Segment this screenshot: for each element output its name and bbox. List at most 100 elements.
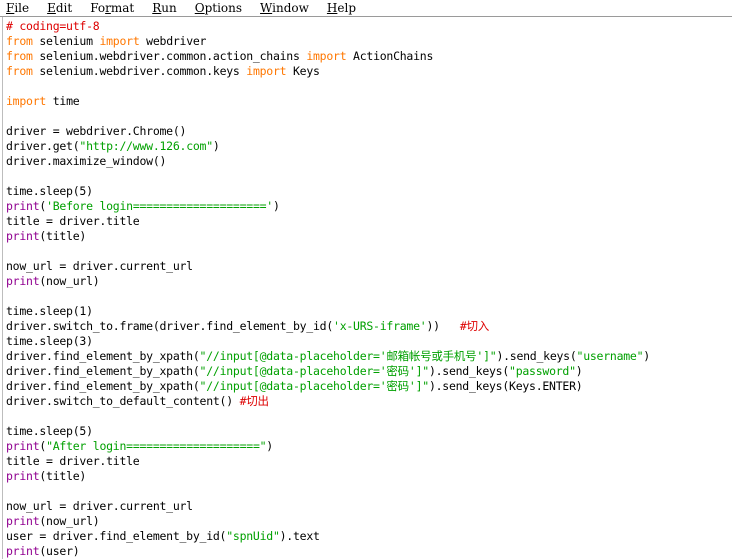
code-token-pln: time.sleep(5): [6, 184, 93, 198]
code-token-pln: (title): [39, 229, 87, 243]
code-token-str: 'Before login====================': [46, 199, 273, 213]
code-line: time.sleep(5): [6, 184, 732, 199]
code-token-pln: ).text: [279, 529, 320, 543]
code-token-pln: driver.find_element_by_xpath(: [6, 349, 200, 363]
code-token-str: "//input[@data-placeholder='密码']": [199, 364, 430, 378]
code-token-bi: print: [6, 544, 40, 558]
code-line: title = driver.title: [6, 454, 732, 469]
code-token-bi: print: [6, 514, 40, 528]
code-line: driver.find_element_by_xpath("//input[@d…: [6, 379, 732, 394]
code-token-pln: now_url = driver.current_url: [6, 499, 193, 513]
code-token-pln: driver = webdriver.Chrome(): [6, 124, 187, 138]
code-token-pln: (title): [39, 469, 87, 483]
code-token-pln: (now_url): [39, 514, 100, 528]
code-token-bi: print: [6, 229, 40, 243]
menu-item-options[interactable]: Options: [195, 1, 251, 15]
menu-mnemonic: W: [260, 1, 273, 15]
code-line: driver.get("http://www.126.com"): [6, 139, 732, 154]
code-token-pln: time.sleep(3): [6, 334, 93, 348]
editor-left-margin-line: [2, 17, 3, 559]
menu-mnemonic: H: [326, 1, 338, 15]
code-line: now_url = driver.current_url: [6, 259, 732, 274]
code-line: driver.switch_to_default_content() #切出: [6, 394, 732, 409]
code-token-kw: from: [6, 34, 33, 48]
code-token-str: "password": [509, 364, 576, 378]
code-line: print(now_url): [6, 274, 732, 289]
menu-item-help[interactable]: Help: [327, 1, 365, 15]
code-token-str: "//input[@data-placeholder='邮箱帐号或手机号']": [199, 349, 497, 363]
code-token-bi: print: [6, 439, 40, 453]
code-token-pln: time: [46, 94, 80, 108]
code-token-kw: import: [99, 34, 140, 48]
source-code-text[interactable]: # coding=utf-8 from selenium import webdr…: [6, 19, 732, 559]
code-line: from selenium import webdriver: [6, 34, 732, 49]
code-token-pln: ).send_keys(: [496, 349, 577, 363]
code-token-kw: import: [246, 64, 287, 78]
code-line: print('Before login===================='…: [6, 199, 732, 214]
code-token-pln: ActionChains: [346, 49, 434, 63]
code-token-str: "username": [576, 349, 644, 363]
code-token-pln: ): [575, 364, 583, 378]
code-token-str: "//input[@data-placeholder='密码']": [199, 379, 430, 393]
menu-item-window[interactable]: Window: [260, 1, 318, 15]
code-line: print("After login===================="): [6, 439, 732, 454]
menu-item-edit[interactable]: Edit: [47, 1, 81, 15]
menu-item-file[interactable]: File: [6, 1, 38, 15]
code-token-pln: selenium.webdriver.common.keys: [32, 64, 247, 78]
code-line: driver.maximize_window(): [6, 154, 732, 169]
code-token-pln: ): [212, 139, 220, 153]
code-editor-area[interactable]: # coding=utf-8 from selenium import webdr…: [0, 17, 732, 559]
code-token-pln: driver.get(: [6, 139, 80, 153]
code-token-pln: (now_url): [39, 274, 100, 288]
code-token-kw: from: [6, 49, 33, 63]
code-line: driver.switch_to.frame(driver.find_eleme…: [6, 319, 732, 334]
code-token-pln: driver.switch_to_default_content(): [6, 394, 240, 408]
code-token-bi: print: [6, 199, 40, 213]
menu-item-format[interactable]: Format: [90, 1, 143, 15]
code-line: time.sleep(5): [6, 424, 732, 439]
code-token-cmt: #切入: [459, 319, 490, 333]
code-token-pln: ): [272, 199, 280, 213]
code-line: print(title): [6, 469, 732, 484]
code-token-pln: webdriver: [139, 34, 207, 48]
code-line: from selenium.webdriver.common.action_ch…: [6, 49, 732, 64]
code-token-pln: now_url = driver.current_url: [6, 259, 193, 273]
code-token-pln: time.sleep(5): [6, 424, 93, 438]
code-token-pln: driver.find_element_by_xpath(: [6, 364, 200, 378]
code-token-kw: import: [306, 49, 347, 63]
code-token-pln: selenium: [32, 34, 100, 48]
code-line: time.sleep(3): [6, 334, 732, 349]
code-token-str: "http://www.126.com": [79, 139, 213, 153]
code-line: driver = webdriver.Chrome(): [6, 124, 732, 139]
code-token-str: "spnUid": [226, 529, 280, 543]
menu-item-run[interactable]: Run: [152, 1, 186, 15]
code-token-pln: ).send_keys(: [428, 364, 510, 378]
code-token-pln: driver.find_element_by_xpath(: [6, 379, 200, 393]
code-token-pln: ): [643, 349, 650, 363]
code-token-bi: print: [6, 274, 40, 288]
code-line: print(now_url): [6, 514, 732, 529]
code-line: print(user): [6, 544, 732, 559]
code-line: from selenium.webdriver.common.keys impo…: [6, 64, 732, 79]
code-token-pln: selenium.webdriver.common.action_chains: [32, 49, 307, 63]
code-line: time.sleep(1): [6, 304, 732, 319]
code-line: print(title): [6, 229, 732, 244]
code-token-pln: Keys: [286, 64, 320, 78]
code-token-pln: driver.maximize_window(): [6, 154, 167, 168]
code-line: title = driver.title: [6, 214, 732, 229]
code-token-kw: from: [6, 64, 33, 78]
menu-mnemonic: F: [6, 1, 15, 15]
code-token-kw: import: [6, 94, 47, 108]
menu-bar: File Edit Format Run Options Window Help: [0, 0, 732, 17]
menu-mnemonic: E: [47, 1, 56, 15]
code-line: now_url = driver.current_url: [6, 499, 732, 514]
code-token-pln: user = driver.find_element_by_id(: [6, 529, 227, 543]
code-token-cmt: #切出: [239, 394, 269, 408]
menu-mnemonic: R: [152, 1, 162, 15]
code-token-pln: time.sleep(1): [6, 304, 93, 318]
